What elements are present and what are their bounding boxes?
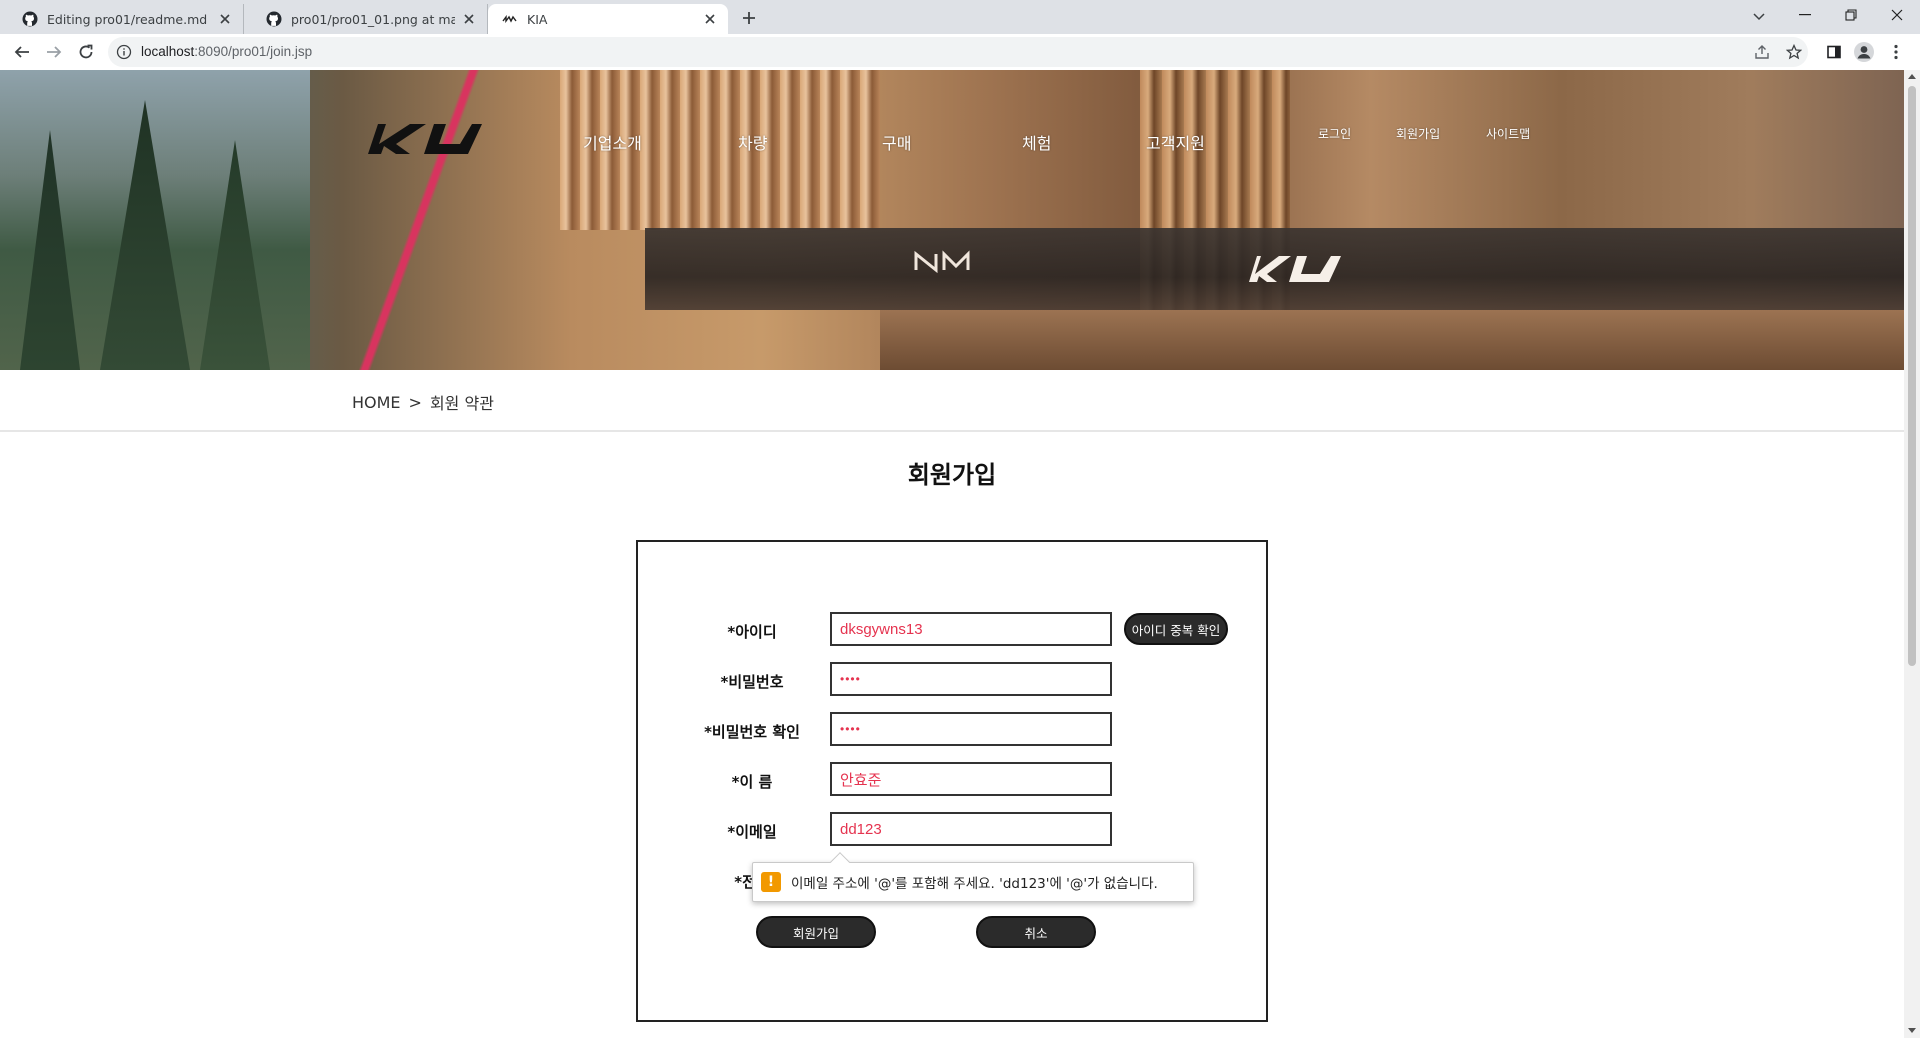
breadcrumb-home-link[interactable]: HOME <box>352 393 401 412</box>
warning-icon: ! <box>761 872 781 892</box>
id-label: *아이디 <box>727 623 777 641</box>
profile-avatar-icon[interactable] <box>1852 40 1876 64</box>
password-confirm-label: *비밀번호 확인 <box>704 723 800 741</box>
kia-favicon-icon <box>502 11 518 27</box>
hero-banner: 기업소개 차량 구매 체험 고객지원 로그인 회원가입 사이트맵 <box>0 70 1904 370</box>
scroll-up-arrow-icon[interactable] <box>1908 74 1916 79</box>
validation-message: 이메일 주소에 '@'를 포함해 주세요. 'dd123'에 '@'가 없습니다… <box>791 876 1158 892</box>
close-tab-icon[interactable] <box>217 11 233 27</box>
scrollbar-thumb[interactable] <box>1908 86 1916 666</box>
url-text: localhost:8090/pro01/join.jsp <box>141 44 312 59</box>
browser-tab-2[interactable]: pro01/pro01_01.png at master <box>252 4 488 34</box>
counter-kia-logo <box>1245 252 1345 286</box>
site-info-icon[interactable] <box>116 44 132 60</box>
gnb-item-support[interactable]: 고객지원 <box>1146 130 1205 154</box>
minimize-icon[interactable] <box>1782 0 1828 30</box>
floor-area <box>880 310 1904 370</box>
browser-tab-1[interactable]: Editing pro01/readme.md at ma <box>8 4 244 34</box>
back-arrow-icon[interactable] <box>10 40 34 64</box>
browser-tab-3[interactable]: KIA <box>488 4 728 34</box>
github-icon <box>22 11 38 27</box>
email-input[interactable]: dd123 <box>830 812 1112 846</box>
name-label: *이 름 <box>731 773 773 791</box>
page-scrollbar[interactable] <box>1904 70 1920 1038</box>
id-input[interactable]: dksgywns13 <box>830 612 1112 646</box>
close-window-icon[interactable] <box>1874 0 1920 30</box>
hero-accent-line <box>300 70 540 370</box>
browser-toolbar: localhost:8090/pro01/join.jsp <box>0 34 1920 70</box>
reload-icon[interactable] <box>74 40 98 64</box>
side-panel-icon[interactable] <box>1822 40 1846 64</box>
new-tab-icon[interactable] <box>738 7 760 29</box>
password-label: *비밀번호 <box>720 673 784 691</box>
cancel-button[interactable]: 취소 <box>976 916 1096 948</box>
breadcrumb-divider <box>0 430 1904 432</box>
gnb-item-experience[interactable]: 체험 <box>1022 130 1051 154</box>
util-join-link[interactable]: 회원가입 <box>1396 125 1440 142</box>
breadcrumb-current: 회원 약관 <box>429 394 494 413</box>
tooltip-arrow <box>830 852 850 872</box>
scroll-down-arrow-icon[interactable] <box>1908 1028 1916 1033</box>
chevron-down-icon[interactable] <box>1748 6 1770 28</box>
browser-tab-bar: Editing pro01/readme.md at ma pro01/pro0… <box>0 0 1920 34</box>
bookmark-star-icon[interactable] <box>1782 40 1806 64</box>
counter-brand-mark <box>912 250 972 274</box>
gnb-item-purchase[interactable]: 구매 <box>882 130 911 154</box>
url-path: :8090/pro01/join.jsp <box>194 44 313 59</box>
github-icon <box>266 11 282 27</box>
kia-logo[interactable] <box>366 122 482 156</box>
tab-title: Editing pro01/readme.md at ma <box>47 11 211 27</box>
forward-arrow-icon[interactable] <box>42 40 66 64</box>
email-label: *이메일 <box>727 823 777 841</box>
tab-title: pro01/pro01_01.png at master <box>291 11 455 27</box>
submit-join-button[interactable]: 회원가입 <box>756 916 876 948</box>
password-confirm-input[interactable]: •••• <box>830 712 1112 746</box>
tab-title: KIA <box>527 11 548 27</box>
email-validation-tooltip: ! 이메일 주소에 '@'를 포함해 주세요. 'dd123'에 '@'가 없습… <box>752 852 1194 902</box>
join-form: *아이디 dksgywns13 아이디 중복 확인 *비밀번호 •••• *비밀… <box>636 540 1268 1022</box>
breadcrumb-separator: > <box>408 392 422 412</box>
restore-icon[interactable] <box>1828 0 1874 30</box>
url-host: localhost <box>141 44 195 59</box>
more-menu-icon[interactable] <box>1884 40 1908 64</box>
gnb-item-vehicles[interactable]: 차량 <box>738 130 767 154</box>
share-icon[interactable] <box>1750 40 1774 64</box>
breadcrumb: HOME > 회원 약관 <box>352 390 494 414</box>
close-tab-icon[interactable] <box>702 11 718 27</box>
name-input[interactable]: 안효준 <box>830 762 1112 796</box>
util-login-link[interactable]: 로그인 <box>1318 125 1351 142</box>
id-check-button[interactable]: 아이디 중복 확인 <box>1124 613 1228 645</box>
page-title: 회원가입 <box>907 461 997 489</box>
gnb-item-company[interactable]: 기업소개 <box>583 130 642 154</box>
close-tab-icon[interactable] <box>461 11 477 27</box>
address-bar[interactable]: localhost:8090/pro01/join.jsp <box>108 37 1808 67</box>
page-viewport: 기업소개 차량 구매 체험 고객지원 로그인 회원가입 사이트맵 HOME > … <box>0 70 1904 1038</box>
util-sitemap-link[interactable]: 사이트맵 <box>1486 125 1530 142</box>
password-input[interactable]: •••• <box>830 662 1112 696</box>
